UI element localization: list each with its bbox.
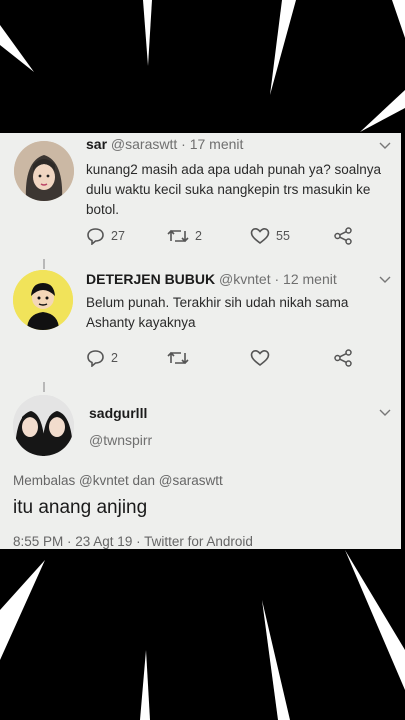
retweet-count: 2 [195,229,202,243]
like-button[interactable]: 55 [250,227,290,245]
user-handle[interactable]: @saraswtt [111,136,177,152]
reply-button[interactable]: 27 [86,227,125,245]
share-icon [334,349,352,367]
twins-avatar-icon [13,395,74,456]
like-button[interactable] [250,349,270,367]
reply-icon [87,228,104,245]
tweet-time: · 17 menit [181,136,244,152]
tweet-header: sar @saraswtt · 17 menit [86,136,243,152]
heart-icon [250,227,270,245]
display-name[interactable]: sadgurlll [89,405,147,421]
display-name[interactable]: DETERJEN BUBUK [86,271,215,287]
reply-count: 27 [111,229,125,243]
heart-icon [250,349,270,367]
tweet-text: Belum punah. Terakhir sih udah nikah sam… [86,295,349,330]
tweet-sadgurlll: sadgurlll @twnspirr Membalas @kvntet dan… [0,393,401,549]
display-name[interactable]: sar [86,136,107,152]
chevron-down-icon[interactable] [379,276,391,284]
share-button[interactable] [333,349,353,367]
tweet-text: kunang2 masih ada apa udah punah ya? soa… [86,162,381,217]
tweet-header: DETERJEN BUBUK @kvntet · 12 menit [86,271,337,287]
retweet-icon [167,351,189,365]
reply-icon [87,350,104,367]
tweet-actions: 27 2 55 [86,227,376,249]
tweet-thread-card: sar @saraswtt · 17 menit kunang2 masih a… [0,133,401,549]
like-count: 55 [276,229,290,243]
retweet-button[interactable]: 2 [167,227,202,245]
hijab-avatar-icon [14,141,74,201]
tweet-timestamp: 8:55 PM · 23 Agt 19 · Twitter for Androi… [13,534,253,549]
share-icon [334,227,352,245]
reply-count: 2 [111,351,118,365]
avatar[interactable] [13,270,73,330]
thread-line [43,382,45,392]
user-handle[interactable]: @twnspirr [89,432,152,448]
tweet-actions: 2 [86,349,376,371]
retweet-icon [167,229,189,243]
cartoon-avatar-icon [13,270,73,330]
main-tweet-text: itu anang anjing [13,497,148,518]
share-button[interactable] [333,227,353,245]
user-handle[interactable]: @kvntet [219,271,271,287]
avatar[interactable] [13,395,74,456]
chevron-down-icon[interactable] [379,142,391,150]
reply-to-label[interactable]: Membalas @kvntet dan @saraswtt [13,473,223,488]
tweet-time: · 12 menit [274,271,337,287]
tweet-sar[interactable]: sar @saraswtt · 17 menit kunang2 masih a… [0,133,401,258]
retweet-button[interactable] [167,349,189,367]
reply-button[interactable]: 2 [86,349,118,367]
avatar[interactable] [14,141,74,201]
tweet-deterjen-bubuk[interactable]: DETERJEN BUBUK @kvntet · 12 menit Belum … [0,268,401,384]
chevron-down-icon[interactable] [379,409,391,417]
